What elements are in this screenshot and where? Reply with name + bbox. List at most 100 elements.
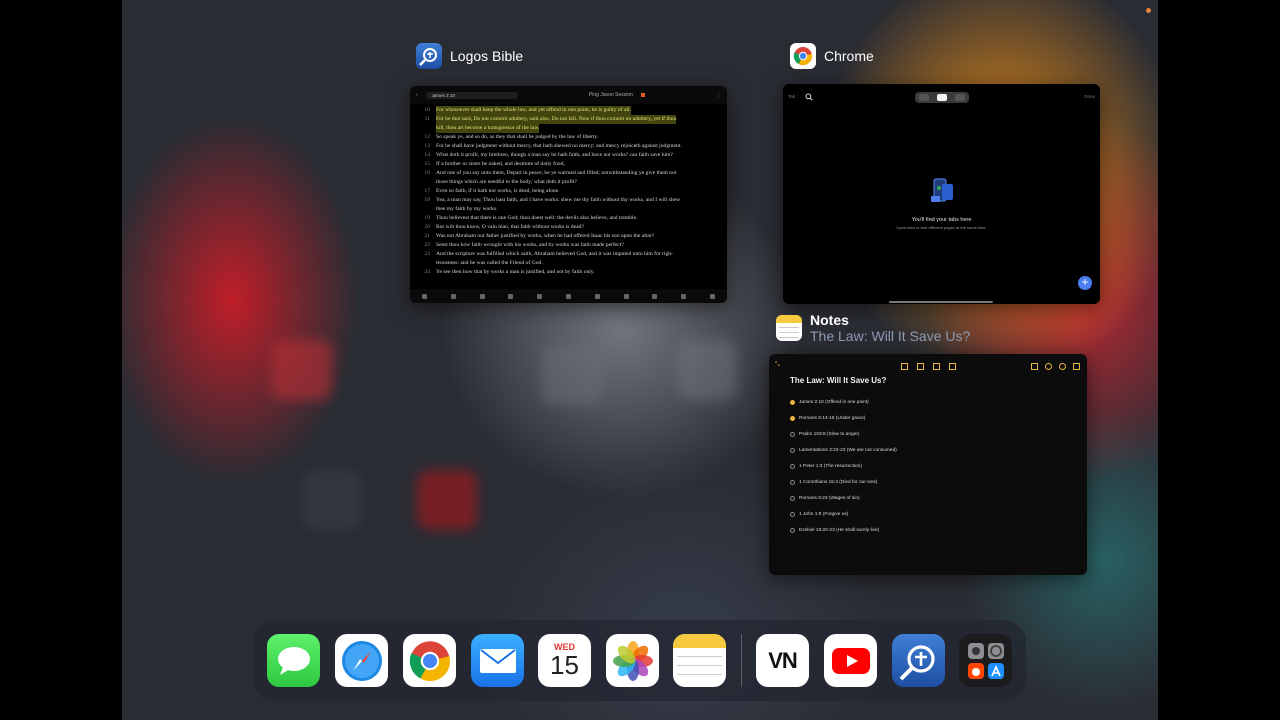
verse-number: 20 (424, 224, 430, 230)
notes-window-preview[interactable]: ⤡ The Law: Will It Save Us? James 2:10 (… (769, 354, 1087, 575)
notes-card-title: Notes (810, 312, 849, 328)
chrome-done-label: Done (1084, 94, 1095, 99)
search-icon (805, 93, 813, 101)
checklist-item: Psalm 103:8 (Slow to anger) (790, 426, 897, 442)
verse-number: 23 (424, 251, 430, 257)
mail-app-icon[interactable] (471, 634, 524, 687)
checklist-item: 1 John 1:9 (Forgive us) (790, 506, 897, 522)
verse-number: 12 (424, 134, 430, 140)
verse-text: those things which are needful to the bo… (436, 179, 577, 185)
more-icon: ⋮ (716, 92, 721, 98)
blurred-app-icon (542, 345, 602, 405)
verse-line: 16 And one of you say unto them, Depart i… (420, 169, 717, 178)
verse-number: 17 (424, 188, 430, 194)
verse-line: 15 If a brother or sister be naked, and d… (420, 160, 717, 169)
verse-number: 13 (424, 143, 430, 149)
logos-session-label: Ping Jason Session (588, 92, 633, 98)
menu-icon (710, 293, 716, 299)
verse-text: Was not Abraham our father justified by … (436, 233, 655, 239)
verse-number: 21 (424, 233, 430, 239)
vn-label: VN (768, 647, 798, 673)
open-tabs-icon (937, 94, 947, 101)
checklist-item: 1 Corinthians 15:3 (Died for our sins) (790, 474, 897, 490)
verse-text: Ye see then how that by works a man is j… (436, 269, 595, 275)
messages-app-icon[interactable] (267, 634, 320, 687)
verse-line: 10 For whosoever shall keep the whole law… (420, 106, 717, 115)
search-icon (479, 293, 485, 299)
verse-number: 22 (424, 242, 430, 248)
verse-number (420, 205, 430, 214)
unchecked-circle-icon (790, 431, 795, 437)
chrome-tab-switcher-bar: Tab Done (783, 84, 1100, 110)
library-icon (450, 293, 456, 299)
chrome-card-header[interactable]: Chrome (790, 43, 874, 69)
photos-app-icon[interactable] (606, 634, 659, 687)
checklist-icon (917, 363, 924, 370)
unchecked-circle-icon (790, 511, 795, 517)
note-title: The Law: Will It Save Us? (790, 376, 887, 385)
compose-icon (1073, 363, 1080, 370)
checklist-item-text: 1 Peter 1:3 (The resurrection) (799, 463, 862, 469)
chrome-card-title: Chrome (824, 48, 874, 64)
youtube-app-icon[interactable] (824, 634, 877, 687)
logos-bible-icon (416, 43, 442, 69)
logos-bottom-toolbar (410, 289, 727, 303)
verse-line: 14 What doth it profit, my brethren, thou… (420, 151, 717, 160)
unchecked-circle-icon (790, 447, 795, 453)
checklist-item: Ezekiel 18:20-23 (He shall surely live) (790, 522, 897, 538)
verse-line: 23 And the scripture was fulfilled which … (420, 250, 717, 259)
checklist-item-text: James 2:10 (Offend in one point) (799, 399, 869, 405)
verse-line: 17 Even so faith, if it hath not works, i… (420, 187, 717, 196)
blurred-app-icon (417, 470, 477, 530)
reading-icon (594, 293, 600, 299)
verse-number: 15 (424, 161, 430, 167)
verse-line: 12 So speak ye, and so do, as they that s… (420, 133, 717, 142)
notes-icon (537, 293, 543, 299)
verse-number: 24 (424, 269, 430, 275)
chrome-app-icon[interactable] (403, 634, 456, 687)
logos-dock-icon[interactable] (892, 634, 945, 687)
chrome-empty-title: You'll find your tabs here (911, 217, 972, 223)
checklist-item-text: Romans 6:14-15 (Under grace) (799, 415, 866, 421)
verse-text: For whosoever shall keep the whole law, … (436, 106, 631, 115)
notes-card-header[interactable]: Notes The Law: Will It Save Us? (776, 312, 970, 344)
notes-dock-icon[interactable] (673, 634, 726, 687)
checklist-item-text: 1 John 1:9 (Forgive us) (799, 511, 849, 517)
checked-circle-icon (790, 399, 795, 405)
chrome-left-label: Tab (788, 94, 796, 99)
chrome-icon (790, 43, 816, 69)
verse-text: And the scripture was fulfilled which sa… (436, 251, 673, 257)
vn-app-icon[interactable]: VN (756, 634, 809, 687)
checklist-item-text: Psalm 103:8 (Slow to anger) (799, 431, 860, 437)
chrome-empty-state: You'll find your tabs here Open tabs to … (783, 176, 1100, 230)
verse-text: But wilt thou know, O vain man, that fai… (436, 224, 584, 230)
checklist-item-text: Ezekiel 18:20-23 (He shall surely live) (799, 527, 880, 533)
format-icon (901, 363, 908, 370)
chrome-window-preview[interactable]: Tab Done You'll find your tabs here Open… (783, 84, 1100, 304)
markup-icon (1045, 363, 1052, 370)
logos-card-title: Logos Bible (450, 48, 524, 64)
checklist-item: Lamentations 3:22-23 (We are not consume… (790, 442, 897, 458)
safari-app-icon[interactable] (335, 634, 388, 687)
verse-number: 16 (424, 170, 430, 176)
table-icon (933, 363, 940, 370)
logos-card-header[interactable]: Logos Bible (416, 43, 523, 69)
home-icon (421, 293, 427, 299)
verse-number: 14 (424, 152, 430, 158)
logos-toolbar: ‹ James 2:10 Ping Jason Session ⋮ (410, 86, 727, 104)
checklist: James 2:10 (Offend in one point) Romans 6… (790, 394, 897, 538)
home-indicator (889, 301, 993, 303)
verse-number (420, 178, 430, 187)
verse-number: 10 (424, 107, 430, 113)
calendar-app-icon[interactable]: WED 15 (538, 634, 591, 687)
logos-window-preview[interactable]: ‹ James 2:10 Ping Jason Session ⋮ 10 For … (410, 86, 727, 303)
bible-text: 10 For whosoever shall keep the whole law… (410, 104, 727, 277)
verse-text: Seest thou how faith wrought with his wo… (436, 242, 624, 248)
verse-line: 24 Ye see then how that by works a man is… (420, 268, 717, 277)
verse-line: 20 But wilt thou know, O vain man, that f… (420, 223, 717, 232)
document-icon (508, 293, 514, 299)
app-library-folder[interactable] (959, 634, 1012, 687)
dock-separator (741, 634, 742, 687)
dock: WED 15 VN (253, 620, 1026, 701)
tools-icon (652, 293, 658, 299)
